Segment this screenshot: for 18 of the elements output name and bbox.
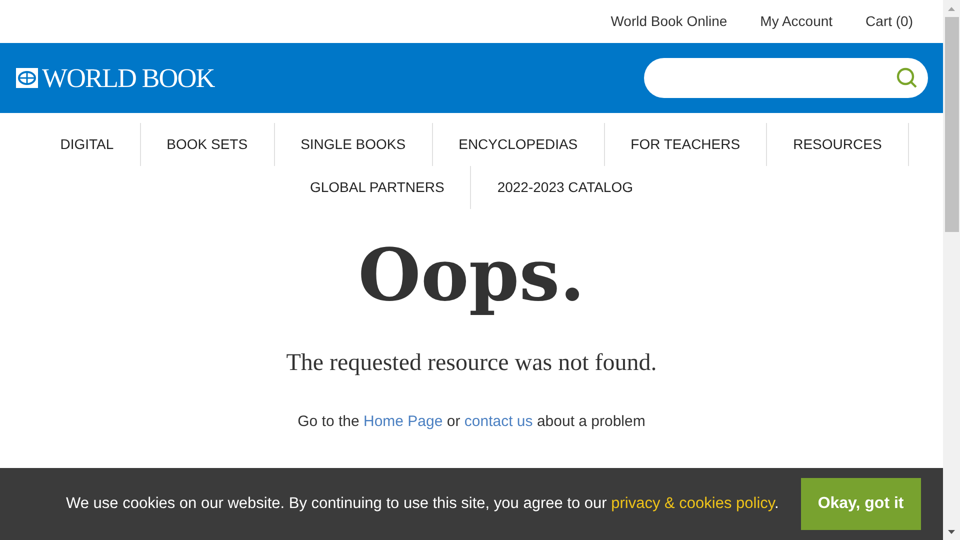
nav-item[interactable]: ENCYCLOPEDIAS xyxy=(458,134,578,155)
home-page-link[interactable]: Home Page xyxy=(364,413,443,430)
contact-link[interactable]: contact us xyxy=(464,413,533,430)
top-link[interactable]: World Book Online xyxy=(610,11,728,32)
nav-item[interactable]: SINGLE BOOKS xyxy=(300,134,406,155)
nav-item[interactable]: RESOURCES xyxy=(793,134,882,155)
top-link[interactable]: Cart (0) xyxy=(866,11,913,32)
privacy-policy-link[interactable]: privacy & cookies policy xyxy=(611,495,774,512)
nav-item[interactable]: 2022-2023 CATALOG xyxy=(497,177,633,198)
error-message: The requested resource was not found. xyxy=(285,349,658,378)
cookie-notice: We use cookies on our website. By continuing to use this site, you agree to our privacy & cookies policy. xyxy=(66,494,779,514)
nav-item[interactable]: FOR TEACHERS xyxy=(630,134,740,155)
nav-item[interactable]: BOOK SETS xyxy=(166,134,248,155)
nav-item[interactable]: DIGITAL xyxy=(60,134,114,155)
nav-item[interactable]: GLOBAL PARTNERS xyxy=(310,177,444,198)
help-text: Go to the Home Page or contact us about a problem xyxy=(296,412,646,432)
logo[interactable]: WORLD BOOK xyxy=(15,58,214,98)
top-link[interactable]: My Account xyxy=(760,11,833,32)
